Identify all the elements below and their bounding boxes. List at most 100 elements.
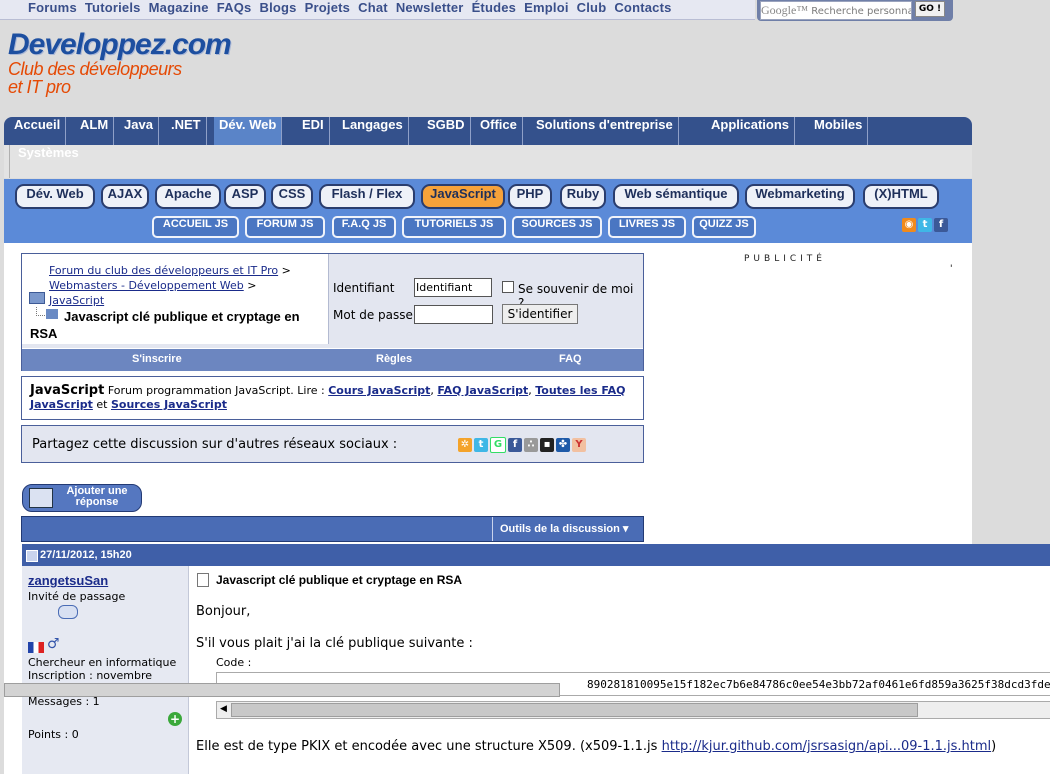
code-scroll-thumb[interactable]	[231, 703, 918, 717]
username-input[interactable]	[414, 278, 492, 297]
top-link-tudes[interactable]: Études	[472, 0, 517, 15]
code-scrollbar[interactable]: ◀	[216, 701, 1050, 719]
remember-checkbox[interactable]	[502, 281, 514, 293]
subnav-pill-websmantique[interactable]: Web sémantique	[613, 184, 739, 209]
top-link-faqs[interactable]: FAQs	[217, 0, 252, 15]
user-rank: Invité de passage	[28, 590, 126, 603]
subnav-pill-flashflex[interactable]: Flash / Flex	[319, 184, 415, 209]
js-link-forumjs[interactable]: FORUM JS	[245, 216, 325, 238]
link-cours-js[interactable]: Cours JavaScript	[328, 384, 430, 397]
search-go-button[interactable]: GO !	[915, 1, 945, 17]
breadcrumb: Forum du club des développeurs et IT Pro…	[22, 254, 329, 344]
nav-item-mobiles[interactable]: Mobiles	[809, 117, 869, 145]
login-form: Identifiant Se souvenir de moi ? Mot de …	[330, 254, 643, 344]
user-points: Points : 0	[28, 728, 79, 741]
subnav-pill-ajax[interactable]: AJAX	[101, 184, 149, 209]
forum-desc-text: Forum programmation JavaScript. Lire :	[107, 384, 325, 397]
top-navigation: Forums Tutoriels Magazine FAQs Blogs Projets C…	[0, 0, 755, 20]
top-link-chat[interactable]: Chat	[358, 0, 388, 15]
site-logo[interactable]: Developpez.com Club des développeurs et …	[8, 30, 232, 110]
top-link-blogs[interactable]: Blogs	[260, 0, 297, 15]
js-link-quizzjs[interactable]: QUIZZ JS	[692, 216, 756, 238]
code-label: Code :	[216, 656, 252, 669]
breadcrumb-link-forum[interactable]: Forum du club des développeurs et IT Pro	[49, 264, 278, 277]
nav-item-langages[interactable]: Langages	[337, 117, 409, 145]
post-link[interactable]: http://kjur.github.com/jsrsasign/api...0…	[662, 739, 992, 754]
nav-item-dvweb[interactable]: Dév. Web	[214, 117, 283, 145]
rules-link[interactable]: Règles	[376, 353, 412, 365]
add-reply-button[interactable]: Ajouter une réponse	[22, 484, 142, 512]
post-icon	[26, 550, 38, 562]
share-facebook-icon[interactable]: f	[508, 438, 522, 452]
forum-name: JavaScript	[30, 383, 105, 398]
code-content: 890281810095e15f182ec7b6e84786c0ee54e3bb…	[587, 678, 1050, 691]
subnav-pill-ruby[interactable]: Ruby	[560, 184, 606, 209]
nav-item-accueil[interactable]: Accueil	[9, 117, 67, 145]
faq-link[interactable]: FAQ	[559, 353, 582, 365]
top-link-projets[interactable]: Projets	[305, 0, 350, 15]
subnav-pill-asp[interactable]: ASP	[224, 184, 266, 209]
add-reputation-icon[interactable]: +	[168, 712, 182, 726]
share-twitter-icon[interactable]: t	[474, 438, 488, 452]
share-google-icon[interactable]: G	[490, 437, 506, 453]
user-job: Chercheur en informatique	[28, 656, 177, 669]
share-people-icon[interactable]: ∴	[524, 438, 538, 452]
username-link[interactable]: zangetsuSan	[28, 573, 108, 588]
top-link-forums[interactable]: Forums	[28, 0, 77, 15]
rss-icon[interactable]: ◉	[902, 218, 916, 232]
js-link-livresjs[interactable]: LIVRES JS	[608, 216, 686, 238]
top-link-emploi[interactable]: Emploi	[524, 0, 569, 15]
nav-item-alm[interactable]: ALM	[75, 117, 115, 145]
nav-item-edi[interactable]: EDI	[297, 117, 330, 145]
scroll-left-icon[interactable]: ◀	[220, 704, 227, 714]
breadcrumb-login-box: Forum du club des développeurs et IT Pro…	[21, 253, 644, 371]
nav-item-java[interactable]: Java	[119, 117, 159, 145]
share-box: Partagez cette discussion sur d'autres r…	[21, 425, 644, 463]
js-link-accueiljs[interactable]: ACCUEIL JS	[152, 216, 239, 238]
user-inscription: Inscription : novembre	[28, 669, 153, 682]
breadcrumb-link-javascript[interactable]: JavaScript	[49, 294, 104, 307]
top-link-magazine[interactable]: Magazine	[149, 0, 209, 15]
js-link-faqjs[interactable]: F.A.Q JS	[332, 216, 396, 238]
login-button[interactable]: S'identifier	[502, 304, 578, 324]
share-delicious-icon[interactable]: ▪	[540, 438, 554, 452]
main-navigation: Accueil ALM Java .NET Dév. Web EDI Langages SGB…	[4, 117, 972, 145]
nav-item-systemes[interactable]: Systèmes	[9, 145, 87, 178]
nav-item-solutionsdentreprise[interactable]: Solutions d'entreprise	[531, 117, 679, 145]
page-scrollbar-thumb[interactable]	[4, 683, 560, 697]
status-icon	[58, 605, 78, 619]
link-faq-js[interactable]: FAQ JavaScript	[437, 384, 528, 397]
folder-icon	[29, 292, 45, 304]
thread-tools-dropdown[interactable]: Outils de la discussion ▾	[492, 517, 643, 541]
password-input[interactable]	[414, 305, 493, 324]
subnav-pill-xhtml[interactable]: (X)HTML	[863, 184, 939, 209]
js-link-sourcesjs[interactable]: SOURCES JS	[512, 216, 602, 238]
share-digg-icon[interactable]: ✤	[556, 438, 570, 452]
top-link-newsletter[interactable]: Newsletter	[396, 0, 464, 15]
subnav-pill-javascript[interactable]: JavaScript	[421, 184, 505, 209]
link-sources-js[interactable]: Sources JavaScript	[111, 398, 227, 411]
subnav-pill-dvweb[interactable]: Dév. Web	[15, 184, 95, 209]
subnav-pill-webmarketing[interactable]: Webmarketing	[745, 184, 855, 209]
register-link[interactable]: S'inscrire	[132, 353, 182, 365]
post-date: 27/11/2012, 15h20	[40, 549, 132, 561]
breadcrumb-link-webmasters[interactable]: Webmasters - Développement Web	[49, 279, 244, 292]
nav-item-sgbd[interactable]: SGBD	[422, 117, 471, 145]
share-generic-icon[interactable]: ✲	[458, 438, 472, 452]
js-link-tutorielsjs[interactable]: TUTORIELS JS	[402, 216, 506, 238]
twitter-icon[interactable]: t	[918, 218, 932, 232]
reply-icon	[29, 488, 53, 508]
subnav-pill-apache[interactable]: Apache	[155, 184, 221, 209]
subnav-pill-css[interactable]: CSS	[271, 184, 313, 209]
subnav-pill-php[interactable]: PHP	[508, 184, 552, 209]
nav-item-net[interactable]: .NET	[166, 117, 207, 145]
search-input[interactable]: Google™ Recherche personnalisée	[760, 1, 912, 20]
post-greeting: Bonjour,	[196, 604, 251, 619]
nav-item-applications[interactable]: Applications	[706, 117, 796, 145]
top-link-contacts[interactable]: Contacts	[614, 0, 671, 15]
top-link-club[interactable]: Club	[577, 0, 607, 15]
top-link-tutoriels[interactable]: Tutoriels	[85, 0, 141, 15]
facebook-icon[interactable]: f	[934, 218, 948, 232]
nav-item-office[interactable]: Office	[475, 117, 523, 145]
share-yahoo-icon[interactable]: Y	[572, 438, 586, 452]
